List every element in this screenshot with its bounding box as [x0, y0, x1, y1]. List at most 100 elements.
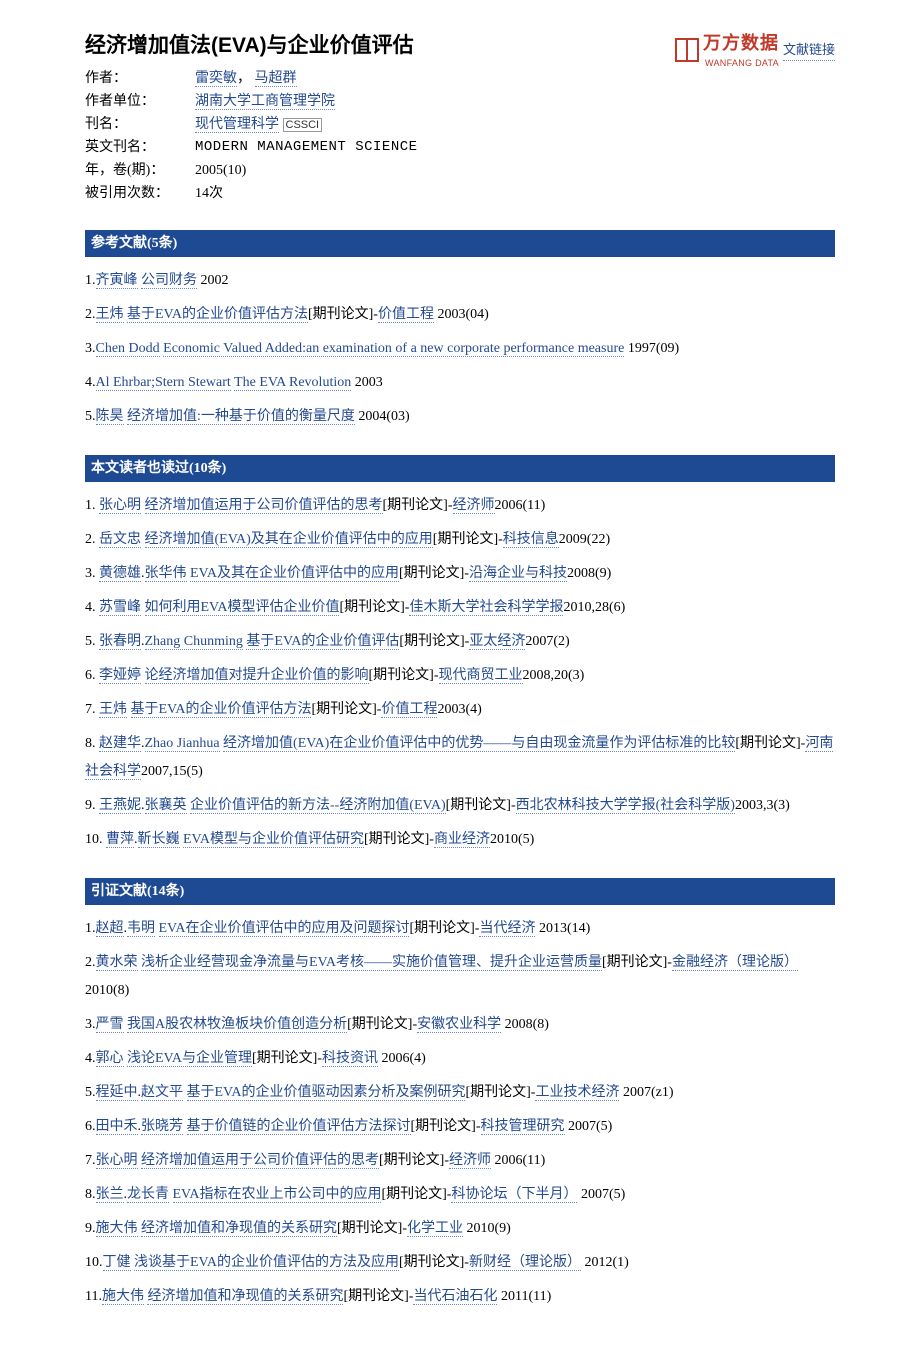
title-link[interactable]: 浅论EVA与企业管理 [127, 1051, 252, 1067]
author-link[interactable]: 岳文忠 [99, 532, 141, 548]
author-link[interactable]: Al Ehrbar;Stern Stewart [96, 375, 231, 391]
author-link[interactable]: 王炜 [99, 702, 127, 718]
author-link[interactable]: 雷奕敏 [195, 71, 237, 87]
journal-link[interactable]: 商业经济 [434, 832, 490, 848]
title-link[interactable]: 浅析企业经营现金净流量与EVA考核——实施价值管理、提升企业运营质量 [141, 955, 602, 971]
author-link[interactable]: 王炜 [96, 307, 124, 323]
author-link[interactable]: 严雪 [96, 1017, 124, 1033]
title-link[interactable]: 浅谈基于EVA的企业价值评估的方法及应用 [134, 1255, 399, 1271]
author-link[interactable]: 张襄英 [145, 798, 187, 814]
journal-link[interactable]: 亚太经济 [469, 634, 525, 650]
author-link[interactable]: 程延中 [96, 1085, 138, 1101]
journal-link[interactable]: 西北农林科技大学学报(社会科学版) [516, 798, 735, 814]
journal-link[interactable]: 新财经（理论版） [469, 1255, 581, 1271]
title-link[interactable]: 基于EVA的企业价值评估方法 [131, 702, 312, 718]
journal-link[interactable]: 金融经济（理论版） [672, 955, 798, 971]
author-link[interactable]: 靳长巍 [138, 832, 180, 848]
title-link[interactable]: 基于EVA的企业价值评估 [246, 634, 399, 650]
author-link[interactable]: 龙长青 [127, 1187, 169, 1203]
entry-year: 2002 [197, 273, 229, 288]
author-link[interactable]: 张晓芳 [141, 1119, 183, 1135]
title-link[interactable]: 如何利用EVA模型评估企业价值 [145, 600, 340, 616]
title-link[interactable]: 基于EVA的企业价值评估方法 [127, 307, 308, 323]
title-link[interactable]: 公司财务 [141, 273, 197, 289]
entry-year: 2007(2) [525, 634, 569, 649]
author-link[interactable]: 赵建华 [99, 736, 141, 752]
title-link[interactable]: 论经济增加值对提升企业价值的影响 [145, 668, 369, 684]
author-link[interactable]: 赵超 [96, 921, 124, 937]
author-link[interactable]: 张兰 [96, 1187, 124, 1203]
entry-index: 3. [85, 566, 99, 581]
author-link[interactable]: 韦明 [127, 921, 155, 937]
title-link[interactable]: EVA及其在企业价值评估中的应用 [190, 566, 399, 582]
author-link[interactable]: 苏雪峰 [99, 600, 141, 616]
journal-link[interactable]: 经济师 [453, 498, 495, 514]
journal-link[interactable]: 工业技术经济 [535, 1085, 619, 1101]
title-link[interactable]: EVA在企业价值评估中的应用及问题探讨 [159, 921, 410, 937]
title-link[interactable]: EVA模型与企业价值评估研究 [183, 832, 364, 848]
title-link[interactable]: 经济增加值(EVA)在企业价值评估中的优势——与自由现金流量作为评估标准的比较 [223, 736, 735, 752]
title-link[interactable]: Economic Valued Added:an examination of … [163, 341, 624, 357]
author-link[interactable]: Zhang Chunming [145, 634, 243, 650]
author-link[interactable]: Zhao Jianhua [145, 736, 220, 752]
journal-link[interactable]: 现代商贸工业 [439, 668, 523, 684]
journal-link[interactable]: 科技信息 [503, 532, 559, 548]
title-link[interactable]: 经济增加值:一种基于价值的衡量尺度 [127, 409, 355, 425]
author-link[interactable]: 齐寅峰 [96, 273, 138, 289]
journal-label: 刊名： [85, 114, 195, 135]
journal-link[interactable]: 现代管理科学 [195, 117, 279, 133]
title-link[interactable]: 经济增加值(EVA)及其在企业价值评估中的应用 [145, 532, 433, 548]
author-link[interactable]: 张心明 [99, 498, 141, 514]
title-link[interactable]: 经济增加值和净现值的关系研究 [141, 1221, 337, 1237]
title-link[interactable]: 我国A股农林牧渔板块价值创造分析 [127, 1017, 347, 1033]
entry-year: 1997(09) [624, 341, 679, 356]
title-link[interactable]: 经济增加值运用于公司价值评估的思考 [141, 1153, 379, 1169]
author-sep: ， [237, 71, 255, 86]
reference-entry: 8.张兰.龙长青 EVA指标在农业上市公司中的应用[期刊论文]-科协论坛（下半月… [85, 1181, 835, 1209]
journal-link[interactable]: 当代经济 [479, 921, 535, 937]
doc-link[interactable]: 文献链接 [783, 40, 835, 61]
journal-link[interactable]: 沿海企业与科技 [469, 566, 567, 582]
author-link[interactable]: 王燕妮 [99, 798, 141, 814]
journal-link[interactable]: 价值工程 [381, 702, 437, 718]
author-link[interactable]: 曹萍 [106, 832, 134, 848]
title-link[interactable]: EVA指标在农业上市公司中的应用 [173, 1187, 382, 1203]
journal-link[interactable]: 价值工程 [378, 307, 434, 323]
journal-link[interactable]: 科技资讯 [322, 1051, 378, 1067]
title-link[interactable]: 企业价值评估的新方法--经济附加值(EVA) [190, 798, 446, 814]
author-link[interactable]: 张华伟 [145, 566, 187, 582]
journal-link[interactable]: 化学工业 [407, 1221, 463, 1237]
section-references: 参考文献(5条) [85, 230, 835, 257]
author-link[interactable]: 马超群 [255, 71, 297, 87]
journal-link[interactable]: 当代石油石化 [413, 1289, 497, 1305]
entry-year: 2003,3(3) [735, 798, 790, 813]
unit-link[interactable]: 湖南大学工商管理学院 [195, 94, 335, 110]
entry-year: 2004(03) [355, 409, 410, 424]
journal-link[interactable]: 经济师 [449, 1153, 491, 1169]
author-link[interactable]: 李娅婷 [99, 668, 141, 684]
author-link[interactable]: 黄德雄 [99, 566, 141, 582]
author-link[interactable]: 郭心 [96, 1051, 124, 1067]
author-link[interactable]: 张心明 [96, 1153, 138, 1169]
title-link[interactable]: 基于价值链的企业价值评估方法探讨 [187, 1119, 411, 1135]
title-link[interactable]: 基于EVA的企业价值驱动因素分析及案例研究 [187, 1085, 466, 1101]
author-link[interactable]: 陈昊 [96, 409, 124, 425]
title-link[interactable]: 经济增加值和净现值的关系研究 [147, 1289, 343, 1305]
author-link[interactable]: 施大伟 [102, 1289, 144, 1305]
author-link[interactable]: 施大伟 [96, 1221, 138, 1237]
title-link[interactable]: The EVA Revolution [234, 375, 351, 391]
author-link[interactable]: 丁健 [103, 1255, 131, 1271]
journal-link[interactable]: 安徽农业科学 [417, 1017, 501, 1033]
author-link[interactable]: 赵文平 [141, 1085, 183, 1101]
reference-entry: 1. 张心明 经济增加值运用于公司价值评估的思考[期刊论文]-经济师2006(1… [85, 492, 835, 520]
author-link[interactable]: 田中禾 [96, 1119, 138, 1135]
section-readers: 本文读者也读过(10条) [85, 455, 835, 482]
author-link[interactable]: 黄水荣 [96, 955, 138, 971]
journal-link[interactable]: 科协论坛（下半月） [451, 1187, 577, 1203]
journal-link[interactable]: 科技管理研究 [481, 1119, 565, 1135]
author-link[interactable]: 张春明 [99, 634, 141, 650]
journal-link[interactable]: 佳木斯大学社会科学学报 [409, 600, 563, 616]
author-link[interactable]: Chen Dodd [96, 341, 160, 357]
title-link[interactable]: 经济增加值运用于公司价值评估的思考 [145, 498, 383, 514]
reference-entry: 5. 张春明.Zhang Chunming 基于EVA的企业价值评估[期刊论文]… [85, 628, 835, 656]
